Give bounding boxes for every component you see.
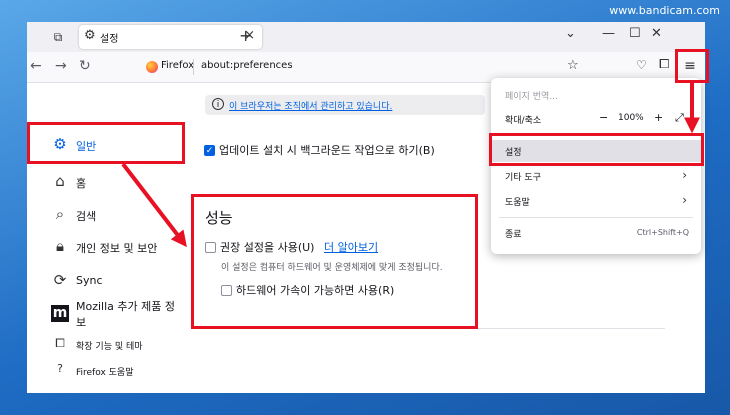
help-icon: ? [57,362,63,375]
pocket-icon[interactable]: ♡ [636,58,647,72]
forward-icon[interactable]: → [55,58,67,74]
watermark: www.bandicam.com [609,4,720,17]
menu-item-label: 종료 [505,230,522,240]
menu-item-label: 페이지 번역... [505,92,558,102]
sidebar-item-label: Firefox 도움말 [76,368,134,378]
search-icon: ⌕ [55,205,65,223]
home-icon: ⌂ [55,172,65,190]
zoom-reset-button[interactable]: 100% [618,113,644,123]
menu-item-label: 기타 도구 [505,173,541,183]
info-icon: i [212,98,224,110]
mozilla-icon: m [51,305,69,322]
tab-manager-icon[interactable]: ⧉ [50,29,66,45]
quit-shortcut: Ctrl+Shift+Q [636,228,689,237]
maximize-icon[interactable]: ☐ [629,26,641,41]
sidebar-item-label: 개인 정보 및 보안 [76,242,158,255]
tab-title: 설정 [100,34,119,45]
managed-notice-link[interactable]: 이 브라우저는 조직에서 관리하고 있습니다. [229,99,392,112]
chevron-down-icon[interactable]: ⌄ [565,26,576,41]
managed-notice: i 이 브라우저는 조직에서 관리하고 있습니다. [205,95,485,115]
background-update-option[interactable]: ✓ 업데이트 설치 시 백그라운드 작업으로 하기(B) [204,142,435,158]
tab-bar: ⧉ ⚙ 설정 × + ⌄ — ☐ ✕ [27,22,705,52]
highlight-settings [489,133,704,166]
puzzle-icon: ⧠ [55,336,65,350]
background-update-checkbox[interactable]: ✓ [204,144,215,156]
zoom-out-button[interactable]: − [599,111,608,124]
menu-item-label: 확대/축소 [505,116,542,126]
sidebar-item-label: 홈 [76,177,87,190]
sidebar-item-label: 검색 [76,210,97,223]
sidebar-item-label-wrap: 보 [76,316,87,329]
chevron-right-icon: › [682,193,687,207]
sync-icon: ⟳ [53,271,67,289]
highlight-menu-button [675,49,709,83]
menu-item-more-tools[interactable]: 기타 도구 › [491,165,701,187]
url-separator [193,59,194,75]
minimize-icon[interactable]: — [602,26,615,41]
identity-label: Firefox [161,60,195,71]
url-text[interactable]: about:preferences [201,60,293,71]
firefox-icon [146,61,158,73]
sidebar-item-label: Sync [76,274,103,287]
lock-icon: 🔒︎ [56,237,64,255]
highlight-general [27,122,185,164]
back-icon[interactable]: ← [30,58,42,74]
menu-separator [499,217,693,218]
reload-icon[interactable]: ↻ [79,58,91,74]
menu-item-label: 도움말 [505,198,530,208]
fullscreen-icon[interactable]: ⤢ [675,111,684,125]
chevron-right-icon: › [682,168,687,182]
bookmark-star-icon[interactable]: ☆ [567,58,579,73]
gear-icon: ⚙ [84,28,96,43]
background-update-label: 업데이트 설치 시 백그라운드 작업으로 하기(B) [219,144,435,157]
menu-item-zoom: 확대/축소 − 100% + ⤢ [491,108,701,130]
app-menu-panel: 페이지 번역... 확대/축소 − 100% + ⤢ 설정 기타 도구 › 도움… [491,78,701,254]
menu-item-translate[interactable]: 페이지 번역... [491,84,701,106]
highlight-performance [191,194,478,329]
extensions-icon[interactable]: ⧠ [659,57,669,72]
new-tab-icon[interactable]: + [239,26,252,45]
sidebar-item-label: 확장 기능 및 테마 [76,342,143,352]
close-window-icon[interactable]: ✕ [651,26,662,41]
url-bar[interactable]: Firefox about:preferences [139,56,589,78]
sidebar-item-label: Mozilla 추가 제품 정 [76,300,175,313]
menu-item-help[interactable]: 도움말 › [491,190,701,212]
zoom-in-button[interactable]: + [654,111,663,124]
menu-item-quit[interactable]: 종료 Ctrl+Shift+Q [491,222,701,244]
tab-settings[interactable]: ⚙ 설정 × [79,25,262,49]
